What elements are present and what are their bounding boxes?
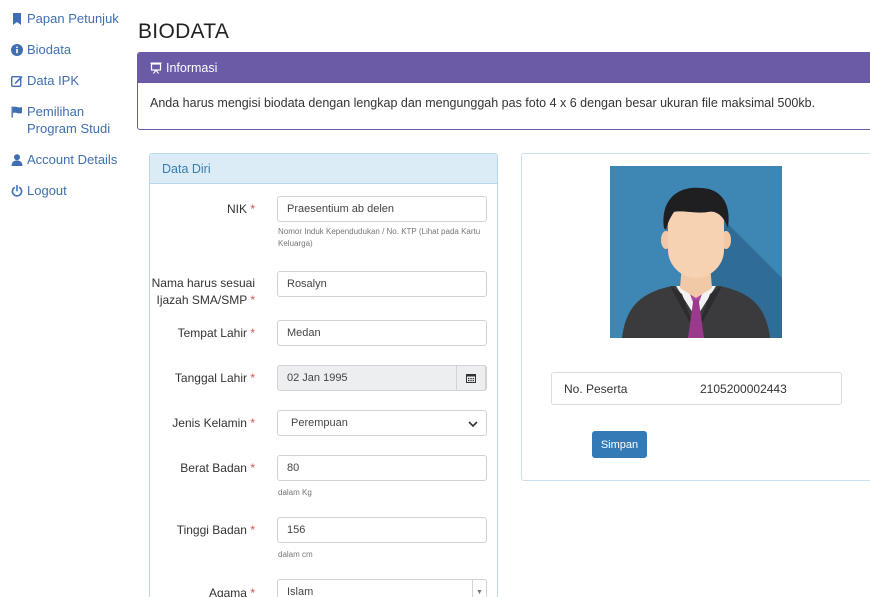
sidebar-item-label: Pemilihan Program Studi xyxy=(27,104,111,136)
sidebar-item-label: Account Details xyxy=(27,152,118,167)
bookmark-icon xyxy=(11,12,23,26)
jenis-kelamin-label: Jenis Kelamin * xyxy=(172,416,255,430)
sidebar: Papan Petunjuk Biodata Data IPK Pemiliha… xyxy=(11,10,121,213)
info-circle-icon xyxy=(11,43,23,57)
peserta-info-box: No. Peserta 2105200002443 xyxy=(551,372,842,405)
sidebar-item-label: Data IPK xyxy=(27,73,80,88)
info-panel-text: Anda harus mengisi biodata dengan lengka… xyxy=(150,96,816,110)
sidebar-item-pemilihan-program-studi[interactable]: Pemilihan Program Studi xyxy=(11,103,121,137)
peserta-label: No. Peserta xyxy=(564,382,628,396)
tempat-lahir-label: Tempat Lahir * xyxy=(177,326,255,340)
berat-badan-input[interactable]: 80 xyxy=(277,455,487,481)
sidebar-item-label: Biodata xyxy=(27,42,72,57)
tanggal-lahir-label: Tanggal Lahir * xyxy=(174,371,255,385)
jenis-kelamin-value: Perempuan xyxy=(291,417,348,429)
sidebar-item-label: Papan Petunjuk xyxy=(27,11,119,26)
nik-help-text: Nomor Induk Kependudukan / No. KTP (Liha… xyxy=(278,227,481,248)
tanggal-lahir-value: 02 Jan 1995 xyxy=(287,372,348,384)
simpan-button[interactable]: Simpan xyxy=(592,431,647,458)
berat-badan-help-text: dalam Kg xyxy=(278,488,312,497)
page-title: BIODATA xyxy=(138,20,230,43)
agama-value: Islam xyxy=(287,586,314,597)
sidebar-item-label: Logout xyxy=(27,183,67,198)
flag-icon xyxy=(11,105,23,119)
data-diri-header: Data Diri xyxy=(150,154,497,184)
info-panel-title: Informasi xyxy=(166,61,218,75)
caret-down-icon: ▼ xyxy=(472,579,486,597)
tempat-lahir-input[interactable]: Medan xyxy=(277,320,487,346)
chevron-down-icon xyxy=(468,419,478,431)
nama-input[interactable]: Rosalyn xyxy=(277,271,487,297)
photo-panel: No. Peserta 2105200002443 Simpan xyxy=(521,153,870,481)
nik-label: NIK * xyxy=(226,202,255,216)
info-panel: Informasi Anda harus mengisi biodata den… xyxy=(137,52,870,130)
peserta-value: 2105200002443 xyxy=(700,382,787,396)
sidebar-item-papan-petunjuk[interactable]: Papan Petunjuk xyxy=(11,10,121,27)
berat-badan-label: Berat Badan * xyxy=(180,461,255,475)
calendar-icon xyxy=(466,373,476,383)
presentation-icon xyxy=(150,62,162,74)
info-panel-header: Informasi xyxy=(138,53,870,83)
agama-label: Agama * xyxy=(208,586,255,597)
sidebar-item-data-ipk[interactable]: Data IPK xyxy=(11,72,121,89)
power-icon xyxy=(11,184,23,198)
sidebar-item-account-details[interactable]: Account Details xyxy=(11,151,121,168)
profile-photo[interactable] xyxy=(610,166,782,338)
sidebar-item-logout[interactable]: Logout xyxy=(11,182,121,199)
agama-select[interactable]: Islam ▼ xyxy=(277,579,487,597)
tinggi-badan-help-text: dalam cm xyxy=(278,550,313,559)
calendar-button[interactable] xyxy=(456,365,486,391)
jenis-kelamin-select[interactable]: Perempuan xyxy=(277,410,487,436)
data-diri-panel: Data Diri NIK * Praesentium ab delen Nom… xyxy=(149,153,498,597)
nama-label: Nama harus sesuai Ijazah SMA/SMP * xyxy=(151,276,255,307)
user-icon xyxy=(11,153,23,167)
avatar-icon xyxy=(610,166,782,338)
tanggal-lahir-input[interactable]: 02 Jan 1995 xyxy=(277,365,487,391)
sidebar-item-biodata[interactable]: Biodata xyxy=(11,41,121,58)
edit-icon xyxy=(11,74,23,88)
tinggi-badan-input[interactable]: 156 xyxy=(277,517,487,543)
nik-input[interactable]: Praesentium ab delen xyxy=(277,196,487,222)
tinggi-badan-label: Tinggi Badan * xyxy=(176,523,255,537)
